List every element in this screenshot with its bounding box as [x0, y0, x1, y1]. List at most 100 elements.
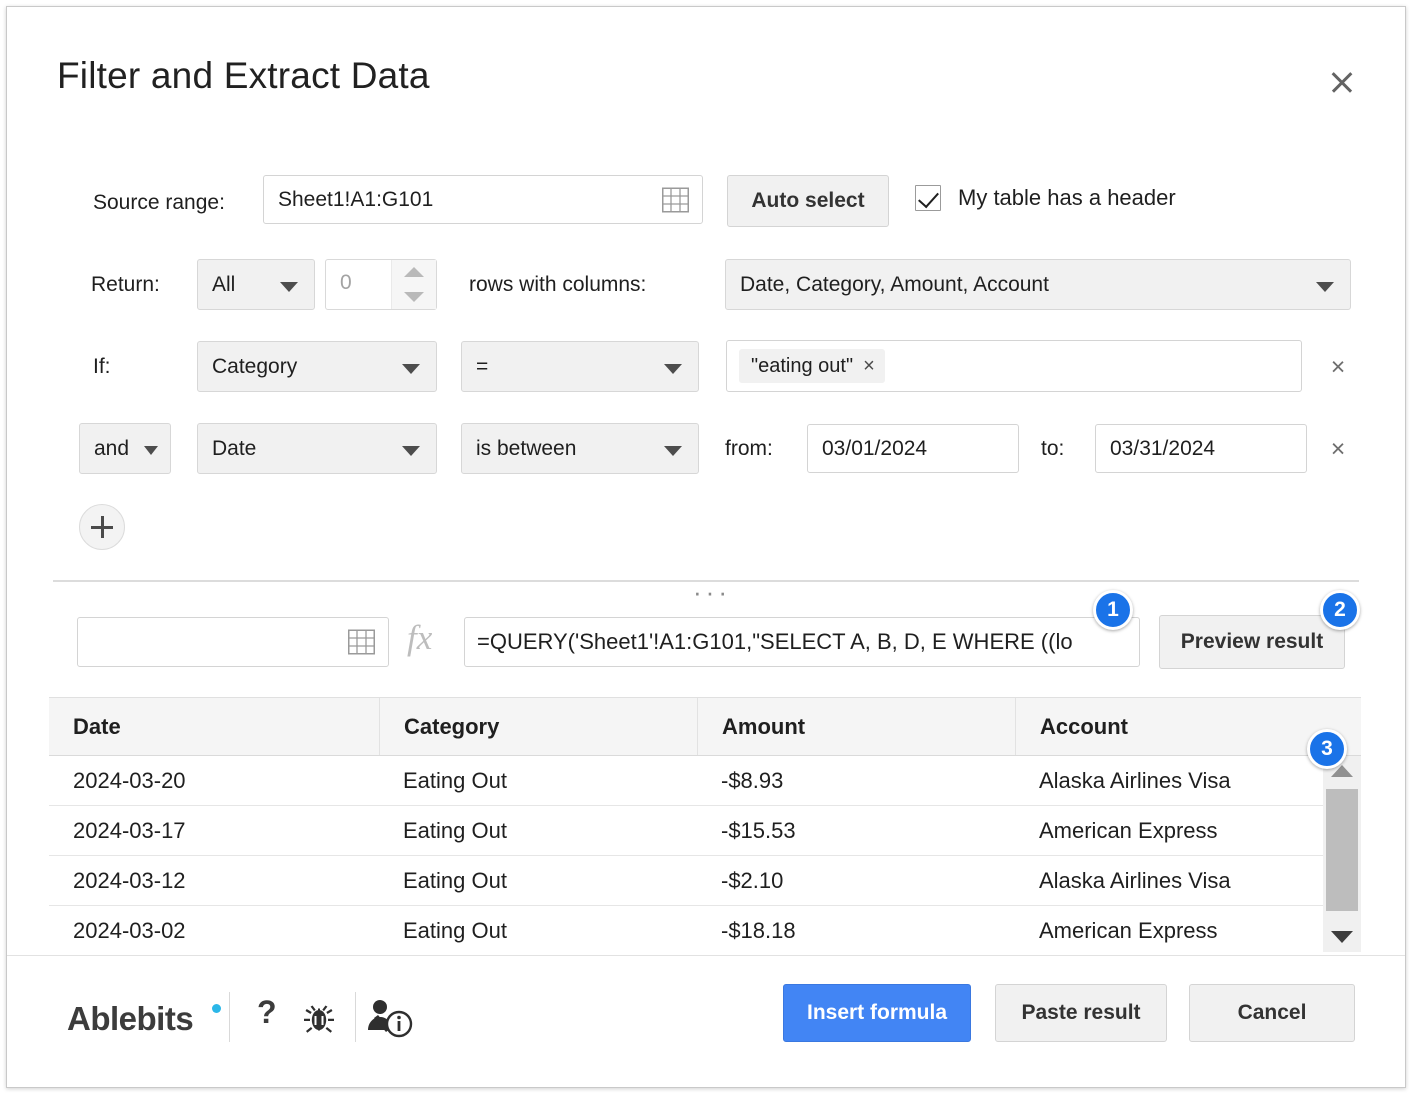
column-header-category[interactable]: Category [379, 698, 697, 755]
cell-category: Eating Out [403, 767, 507, 793]
close-icon[interactable] [1325, 65, 1359, 99]
account-info-icon[interactable] [365, 996, 417, 1047]
cell-account: Alaska Airlines Visa [1039, 767, 1231, 793]
cell-amount: -$18.18 [721, 917, 796, 943]
if-label: If: [93, 355, 111, 378]
dialog-title-bar: Filter and Extract Data [7, 7, 1405, 111]
fx-icon[interactable]: fx [407, 618, 432, 658]
destination-range-input[interactable] [77, 617, 389, 667]
date-from-input[interactable]: 03/01/2024 [807, 424, 1019, 473]
cell-account: Alaska Airlines Visa [1039, 867, 1231, 893]
condition-2-operator-value: is between [476, 436, 577, 460]
cell-amount: -$8.93 [721, 767, 784, 793]
from-label: from: [725, 437, 773, 460]
paste-result-button[interactable]: Paste result [995, 984, 1167, 1042]
bug-icon[interactable] [299, 998, 339, 1043]
chevron-down-icon [402, 363, 420, 374]
return-count-stepper[interactable]: 0 [325, 259, 437, 310]
cell-amount: -$2.10 [721, 867, 784, 893]
insert-formula-button[interactable]: Insert formula [783, 984, 971, 1042]
return-count-value: 0 [340, 271, 352, 294]
columns-dropdown[interactable]: Date, Category, Amount, Account [725, 259, 1351, 310]
cancel-button[interactable]: Cancel [1189, 984, 1355, 1042]
value-chip[interactable]: "eating out" × [739, 349, 885, 383]
chip-remove-icon[interactable]: × [863, 355, 875, 378]
chevron-down-icon [664, 363, 682, 374]
cell-account: American Express [1039, 817, 1218, 843]
table-row[interactable]: 2024-03-02 Eating Out -$18.18 American E… [49, 906, 1361, 952]
condition-2-conjunction-value: and [94, 436, 130, 460]
footer-separator [355, 992, 356, 1042]
column-header-amount[interactable]: Amount [697, 698, 1015, 755]
formula-input[interactable]: =QUERY('Sheet1'!A1:G101,"SELECT A, B, D,… [464, 617, 1140, 667]
condition-1-operator-dropdown[interactable]: = [461, 341, 699, 392]
table-row[interactable]: 2024-03-20 Eating Out -$8.93 Alaska Airl… [49, 756, 1361, 806]
date-to-input[interactable]: 03/31/2024 [1095, 424, 1307, 473]
condition-1-remove-icon[interactable]: × [1325, 353, 1351, 382]
stepper-up-icon[interactable] [404, 267, 424, 278]
results-table: Date Category Amount Account 2024-03-20 … [49, 697, 1361, 952]
condition-1-field-dropdown[interactable]: Category [197, 341, 437, 392]
return-mode-value: All [212, 272, 236, 296]
has-header-checkbox[interactable]: My table has a header [915, 185, 1176, 211]
cell-amount: -$15.53 [721, 817, 796, 843]
checkmark-icon [915, 185, 941, 211]
table-row[interactable]: 2024-03-17 Eating Out -$15.53 American E… [49, 806, 1361, 856]
return-mode-dropdown[interactable]: All [197, 259, 315, 310]
chevron-down-icon [144, 445, 158, 455]
has-header-label: My table has a header [958, 185, 1176, 210]
chevron-down-icon [280, 281, 298, 292]
table-row[interactable]: 2024-03-12 Eating Out -$2.10 Alaska Airl… [49, 856, 1361, 906]
date-from-value: 03/01/2024 [822, 436, 928, 460]
add-condition-button[interactable] [79, 504, 125, 550]
table-header-row: Date Category Amount Account [49, 698, 1361, 756]
filter-extract-dialog: Filter and Extract Data Source range: Sh… [6, 6, 1406, 1088]
resize-drag-handle[interactable]: ··· [693, 579, 731, 605]
condition-1-operator-value: = [476, 354, 489, 378]
callout-badge-1: 1 [1093, 590, 1133, 630]
page-title: Filter and Extract Data [57, 55, 430, 96]
ablebits-logo: Ablebits [67, 1000, 221, 1038]
condition-2-remove-icon[interactable]: × [1325, 435, 1351, 464]
cell-date: 2024-03-02 [73, 917, 186, 943]
scroll-down-arrow-icon[interactable] [1323, 922, 1361, 952]
cell-date: 2024-03-17 [73, 817, 186, 843]
date-to-value: 03/31/2024 [1110, 436, 1216, 460]
range-picker-grid-icon[interactable] [662, 187, 689, 212]
cell-category: Eating Out [403, 917, 507, 943]
condition-2-field-dropdown[interactable]: Date [197, 423, 437, 474]
return-label: Return: [91, 273, 160, 296]
scrollbar-thumb[interactable] [1326, 789, 1358, 911]
auto-select-button[interactable]: Auto select [727, 175, 889, 227]
results-scrollbar[interactable] [1323, 756, 1361, 952]
columns-value: Date, Category, Amount, Account [740, 272, 1049, 296]
source-range-value: Sheet1!A1:G101 [278, 187, 434, 211]
cell-date: 2024-03-20 [73, 767, 186, 793]
cell-date: 2024-03-12 [73, 867, 186, 893]
logo-dot-icon [212, 1004, 221, 1013]
ablebits-logo-text: Ablebits [67, 1000, 194, 1037]
source-range-input[interactable]: Sheet1!A1:G101 [263, 175, 703, 224]
formula-value: =QUERY('Sheet1'!A1:G101,"SELECT A, B, D,… [477, 629, 1073, 654]
question-mark-icon[interactable]: ? [257, 994, 277, 1031]
callout-badge-2: 2 [1320, 590, 1360, 630]
rows-with-columns-label: rows with columns: [469, 273, 647, 296]
source-range-label: Source range: [93, 191, 225, 214]
stepper-buttons[interactable] [391, 260, 436, 309]
preview-result-button[interactable]: Preview result [1159, 615, 1345, 669]
dialog-footer: Ablebits ? Insert formula Paste result C… [7, 955, 1405, 1087]
range-picker-grid-icon[interactable] [348, 629, 375, 655]
cell-category: Eating Out [403, 867, 507, 893]
stepper-down-icon[interactable] [404, 291, 424, 302]
value-chip-label: "eating out" [751, 354, 854, 377]
callout-badge-3: 3 [1307, 729, 1347, 769]
condition-1-value-input[interactable]: "eating out" × [726, 340, 1302, 392]
chevron-down-icon [1316, 281, 1334, 292]
chevron-down-icon [402, 445, 420, 456]
column-header-date[interactable]: Date [49, 714, 379, 740]
cell-account: American Express [1039, 917, 1218, 943]
cell-category: Eating Out [403, 817, 507, 843]
condition-2-conjunction-dropdown[interactable]: and [79, 423, 171, 474]
condition-2-operator-dropdown[interactable]: is between [461, 423, 699, 474]
chevron-down-icon [664, 445, 682, 456]
